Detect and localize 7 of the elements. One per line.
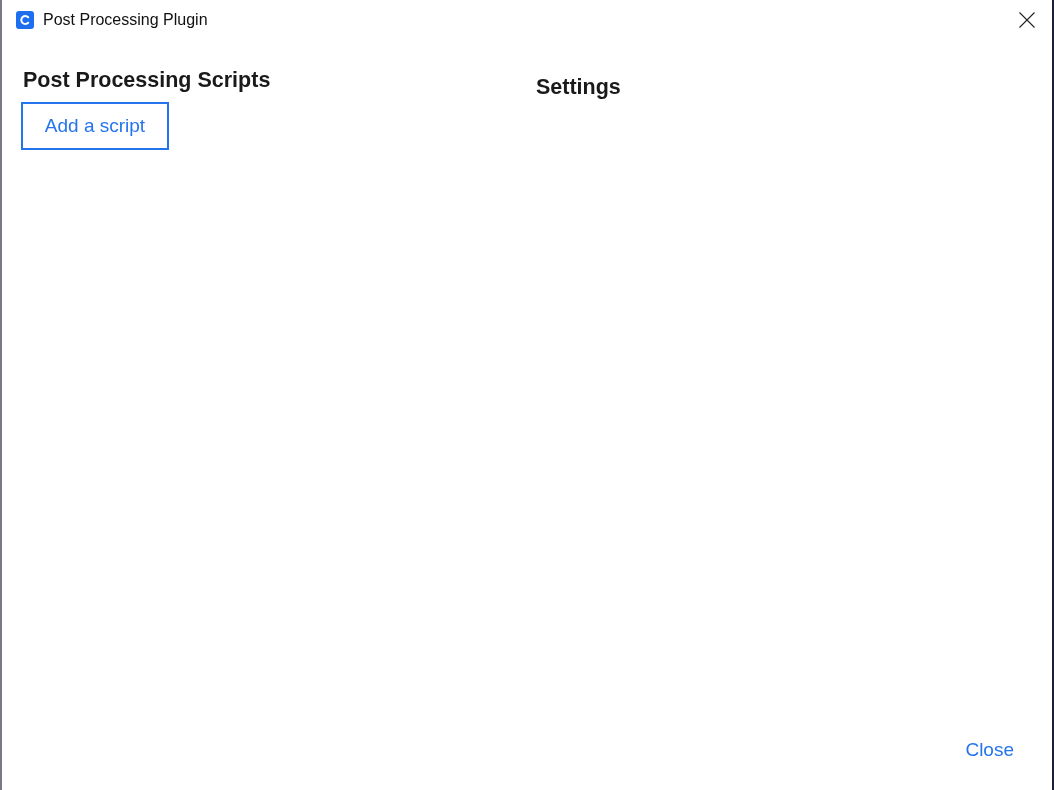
- window-title: Post Processing Plugin: [43, 11, 209, 29]
- add-script-button[interactable]: Add a script: [21, 102, 169, 150]
- panel-heading: Post Processing Scripts: [23, 67, 271, 94]
- close-link-button[interactable]: Close: [965, 738, 1014, 762]
- app-logo-icon: [16, 11, 34, 29]
- panel-heading: Settings: [536, 74, 621, 101]
- close-icon[interactable]: [1019, 12, 1035, 28]
